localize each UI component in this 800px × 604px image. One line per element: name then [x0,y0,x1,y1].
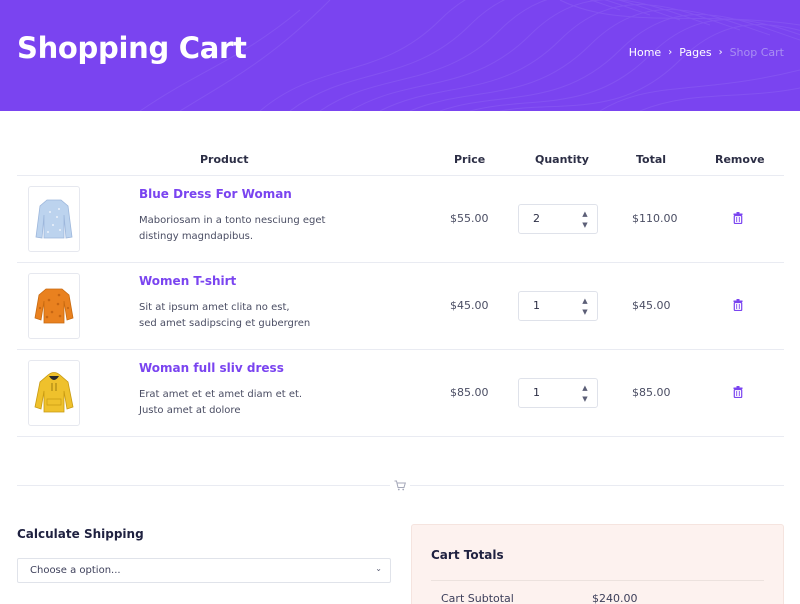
column-header-total: Total [636,153,667,166]
quantity-value[interactable]: 2 [533,212,540,225]
trash-icon[interactable] [733,386,743,398]
divider [431,580,764,581]
product-description-line: sed amet sadipscing et gubergren [139,318,311,329]
product-description: Sit at ipsum amet clita no est, sed amet… [139,300,349,332]
product-name-link[interactable]: Women T-shirt [139,274,236,288]
table-row: Blue Dress For Woman Maboriosam in a ton… [17,176,784,263]
breadcrumb-pages-link[interactable]: Pages [679,46,711,59]
product-name-link[interactable]: Woman full sliv dress [139,361,284,375]
line-total: $85.00 [632,386,671,399]
page-header-banner: Shopping Cart Home › Pages › Shop Cart [0,0,800,111]
table-row: Woman full sliv dress Erat amet et et am… [17,350,784,437]
cart-totals-panel: Cart Totals Cart Subtotal $240.00 [411,524,784,604]
product-thumbnail[interactable] [28,186,80,252]
caret-up-icon[interactable]: ▲ [580,209,590,219]
chevron-right-icon: › [718,47,723,58]
select-value[interactable]: Choose a option... [30,565,121,576]
product-description-line: distingy magndapibus. [139,231,254,242]
chevron-down-icon[interactable]: ⌄ [375,564,382,573]
breadcrumb: Home › Pages › Shop Cart [629,46,784,59]
cart-totals-heading: Cart Totals [431,548,504,562]
quantity-value[interactable]: 1 [533,299,540,312]
sweater-icon [34,288,74,324]
quantity-stepper[interactable]: 2 ▲ ▼ [518,204,598,234]
caret-down-icon[interactable]: ▼ [580,307,590,317]
cart-table-header: Product Price Quantity Total Remove [17,150,784,176]
line-total: $110.00 [632,212,678,225]
product-description: Erat amet et et amet diam et et. Justo a… [139,387,349,419]
column-header-remove: Remove [715,153,765,166]
shopping-cart-icon [390,478,410,492]
quantity-stepper[interactable]: 1 ▲ ▼ [518,291,598,321]
trash-icon[interactable] [733,212,743,224]
product-description-line: Erat amet et et amet diam et et. [139,389,303,400]
column-header-product: Product [200,153,249,166]
product-description: Maboriosam in a tonto nesciung eget dist… [139,213,349,245]
breadcrumb-home-link[interactable]: Home [629,46,661,59]
caret-up-icon[interactable]: ▲ [580,383,590,393]
caret-up-icon[interactable]: ▲ [580,296,590,306]
table-row: Women T-shirt Sit at ipsum amet clita no… [17,263,784,350]
calculate-shipping-heading: Calculate Shipping [17,527,144,541]
product-name-link[interactable]: Blue Dress For Woman [139,187,292,201]
product-thumbnail[interactable] [28,273,80,339]
column-header-quantity: Quantity [535,153,589,166]
trash-icon[interactable] [733,299,743,311]
sweater-icon [35,199,73,239]
breadcrumb-current: Shop Cart [729,46,784,59]
product-description-line: Sit at ipsum amet clita no est, [139,302,290,313]
column-header-price: Price [454,153,486,166]
caret-down-icon[interactable]: ▼ [580,220,590,230]
chevron-right-icon: › [668,47,673,58]
hoodie-icon [34,372,74,413]
page-title: Shopping Cart [17,31,247,65]
subtotal-label: Cart Subtotal [441,592,514,604]
shipping-option-select[interactable]: Choose a option... ⌄ [17,558,391,583]
product-description-line: Justo amet at dolore [139,405,241,416]
product-price: $85.00 [450,386,489,399]
product-thumbnail[interactable] [28,360,80,426]
caret-down-icon[interactable]: ▼ [580,394,590,404]
quantity-value[interactable]: 1 [533,386,540,399]
subtotal-value: $240.00 [592,592,638,604]
line-total: $45.00 [632,299,671,312]
product-price: $45.00 [450,299,489,312]
product-price: $55.00 [450,212,489,225]
product-description-line: Maboriosam in a tonto nesciung eget [139,215,326,226]
quantity-stepper[interactable]: 1 ▲ ▼ [518,378,598,408]
